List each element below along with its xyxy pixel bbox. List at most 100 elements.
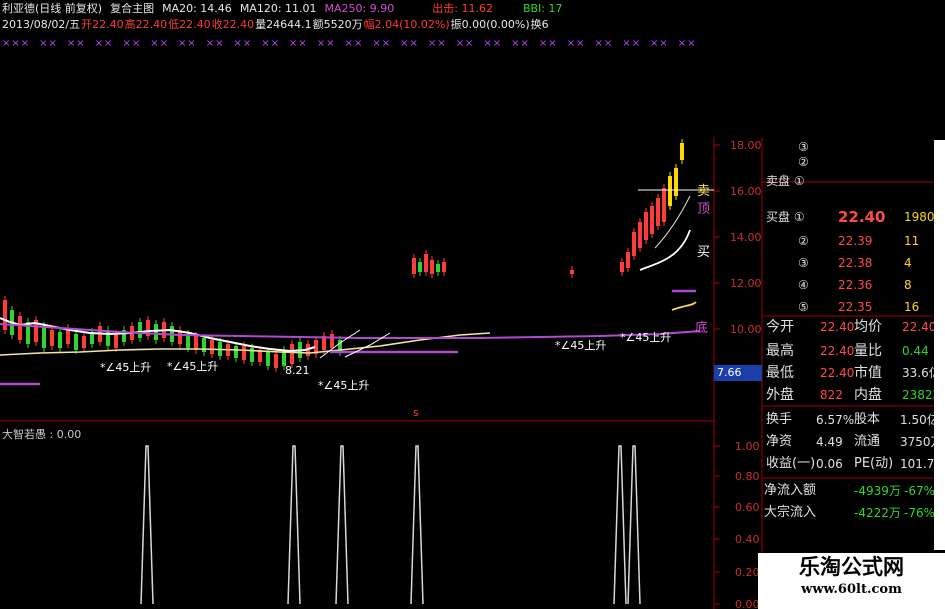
- candle-body: [570, 270, 574, 274]
- watermark-logo: 乐淘公式网 www.60lt.com: [758, 553, 945, 609]
- quote-row: 今开 22.40 均价 22.40: [762, 317, 945, 337]
- signal-mark: ××: [455, 38, 475, 49]
- bar-high: 高22.40: [124, 18, 168, 31]
- indicator-spike: [613, 445, 627, 605]
- sell-signal-label: 卖: [697, 184, 711, 199]
- signal-mark: ××: [122, 38, 142, 49]
- candle-body: [18, 316, 22, 340]
- up45-label-1: *∠45上升: [100, 361, 152, 374]
- indicator-spike: [335, 445, 349, 605]
- candle-body: [3, 300, 7, 330]
- signal-marks: ××× ×× ×× ×× ×× ×× ×× ×× ×× ×× ×× ×× ×× ×× ×× ×× ×× ×× ×× ×…: [2, 38, 706, 49]
- signal-mark: ××: [483, 38, 503, 49]
- signal-mark: ××: [205, 38, 225, 49]
- signal-mark: ××: [261, 38, 281, 49]
- pane-marker: s: [413, 406, 419, 419]
- watermark-cn: 乐淘公式网: [799, 555, 904, 579]
- quote-key: 均价: [854, 319, 882, 335]
- flow-row: 净流入额 -4939万 -67%: [762, 481, 945, 501]
- candle-body: [210, 340, 214, 354]
- candle-body: [274, 354, 278, 368]
- signal-mark: ××: [538, 38, 558, 49]
- indicator-spike: [140, 445, 154, 605]
- ma20-value: MA20: 14.46: [162, 2, 232, 15]
- up45-label-2: *∠45上升: [167, 360, 219, 373]
- order-volume: 11: [904, 234, 920, 248]
- stat-key: 股本: [854, 412, 881, 427]
- quote-value: 22.40: [820, 366, 855, 380]
- order-level-label: ②: [798, 155, 809, 169]
- order-buy-row: ③ 22.38 4: [762, 253, 945, 273]
- candle-body: [82, 336, 86, 348]
- signal-mark: ××: [66, 38, 86, 49]
- ma250-value: MA250: 9.90: [324, 2, 395, 15]
- quote-key: 内盘: [854, 387, 882, 403]
- order-price: 22.36: [838, 278, 873, 292]
- bar-low: 低22.40: [168, 18, 211, 31]
- order-volume: 8: [904, 278, 912, 292]
- stock-name: 利亚德(日线 前复权): [2, 2, 103, 15]
- candle-body: [436, 264, 440, 272]
- flow-value: -4222万: [854, 506, 901, 520]
- candle-body: [138, 322, 142, 338]
- candle-body: [242, 346, 246, 360]
- signal-mark: ××: [400, 38, 419, 49]
- stat-key: PE(动): [854, 456, 894, 471]
- quote-value: 22.40: [820, 344, 855, 358]
- bottom-signal-label: 底: [695, 321, 709, 336]
- bbi-value: BBI: 17: [522, 2, 563, 15]
- stat-value: 1.50亿: [900, 413, 939, 427]
- candle-body: [418, 262, 422, 272]
- quote-panel: ③ ② 卖盘 ① 买盘 ① 22.40 19802 ② 22.39 11 ③ 22.38 4 ④ 22.3…: [762, 137, 945, 609]
- stat-value: 4.49: [816, 435, 843, 449]
- flow-key: 大宗流入: [764, 505, 817, 520]
- chart-name: 复合主图: [110, 2, 155, 15]
- indicator-scale: 1.00 0.80 0.60 0.40 0.20 0.00: [714, 440, 760, 609]
- chart-header: 利亚德(日线 前复权) 复合主图 MA20: 14.46 MA120: 11.01 MA…: [0, 0, 563, 38]
- indicator-tick-label: 0.80: [735, 470, 760, 483]
- header-row-2: 2013/08/02/五开22.40高22.40低22.40收22.40量246…: [2, 17, 550, 33]
- order-level-label: ③: [798, 256, 809, 270]
- indicator-tick-label: 0.60: [735, 501, 760, 514]
- indicator-title: 大智若愚 : 0.00: [2, 428, 82, 441]
- flow-key: 净流入额: [764, 483, 817, 498]
- quote-key: 最低: [766, 365, 794, 381]
- stat-value: 101.7: [900, 457, 935, 471]
- candle-body: [650, 206, 654, 234]
- bar-date: 2013/08/02/五: [2, 18, 81, 31]
- candle-body: [662, 188, 666, 222]
- stat-value: 6.57%: [816, 413, 855, 427]
- stat-key: 净资: [766, 434, 793, 449]
- signal-mark: ××: [289, 38, 308, 49]
- candle-body: [668, 176, 672, 206]
- stat-row: 换手 6.57% 股本 1.50亿: [762, 410, 945, 430]
- order-price: 22.39: [838, 234, 873, 248]
- candle-body: [42, 326, 46, 348]
- order-price: 22.40: [838, 208, 886, 226]
- bar-amount: 额5520万: [312, 18, 363, 31]
- quote-key: 市值: [854, 365, 882, 381]
- stat-row: 净资 4.49 流通 3750万: [762, 432, 945, 452]
- quote-key: 量比: [854, 343, 882, 359]
- signal-mark: ××: [594, 38, 614, 49]
- up45-label-3: *∠45上升: [318, 379, 370, 392]
- out-signal-value: 出击: 11.62: [432, 2, 493, 15]
- indicator-tick-label: 0.40: [735, 533, 760, 546]
- bar-turnover: 换6: [530, 18, 549, 31]
- signal-mark: ××: [677, 38, 697, 49]
- up45-label-5: *∠45上升: [620, 331, 672, 344]
- price-tick-label: 18.00: [730, 139, 762, 152]
- quote-value: 22.40: [902, 320, 937, 334]
- candle-body: [114, 334, 118, 348]
- quote-key: 最高: [766, 343, 794, 359]
- candle-body: [620, 262, 624, 272]
- order-level-label: ②: [798, 234, 809, 248]
- candle-body: [430, 260, 434, 274]
- ma-magenta-line: [0, 323, 701, 339]
- candle-body: [680, 143, 684, 160]
- candle-body: [234, 346, 238, 358]
- indicator-spike: [287, 445, 301, 605]
- flow-percent: -67%: [904, 484, 936, 498]
- header-row-1: 利亚德(日线 前复权) 复合主图 MA20: 14.46 MA120: 11.01 MA…: [2, 1, 571, 17]
- watermark-url: www.60lt.com: [801, 582, 902, 597]
